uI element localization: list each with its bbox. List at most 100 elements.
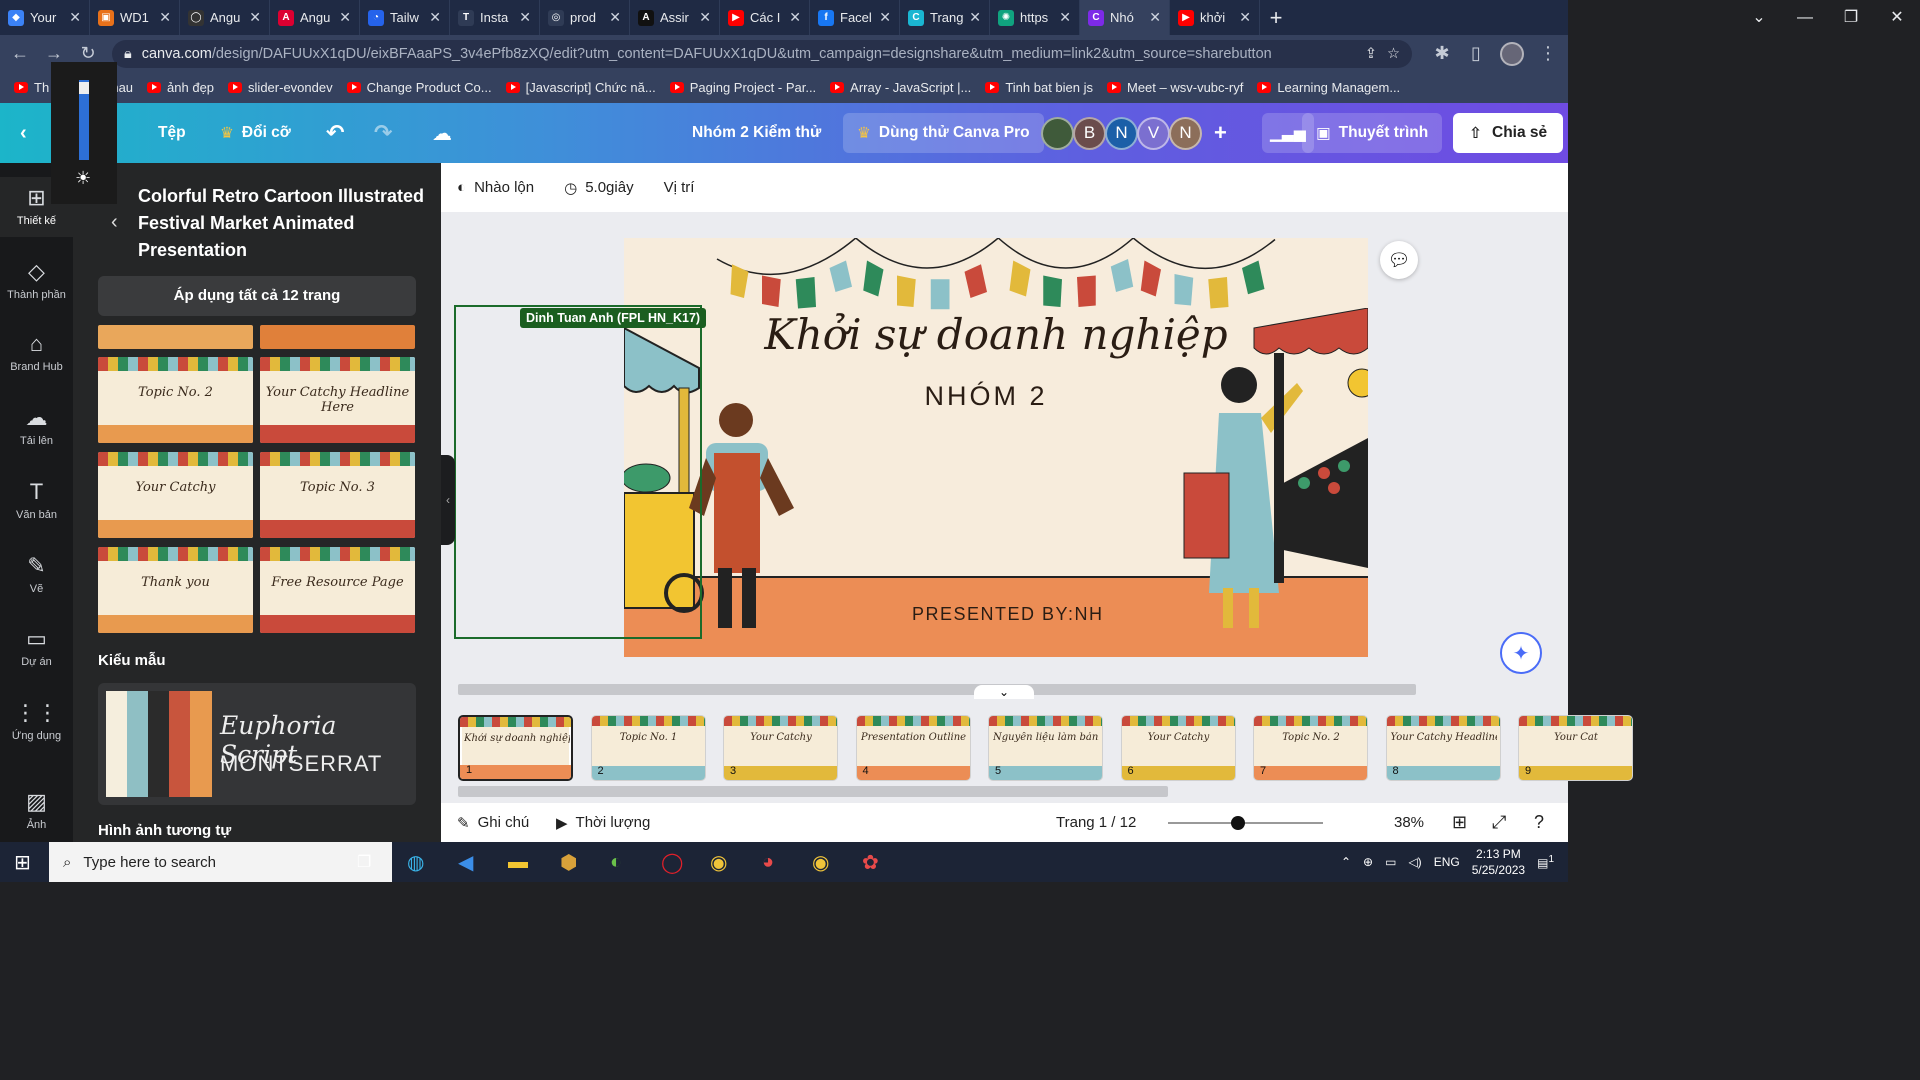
share-page-icon[interactable]: ⇪ [1365,46,1377,62]
browser-tab[interactable]: T Insta ✕ [450,0,540,35]
zoom-level[interactable]: 38% [1394,814,1424,831]
expand-pages-chevron-icon[interactable]: ⌄ [974,685,1034,699]
chrome-profile-icon[interactable]: ◉ [812,850,829,875]
back-home-chevron-icon[interactable]: ‹ [20,103,27,163]
tab-search-icon[interactable]: ⌄ [1736,0,1782,35]
template-thumb[interactable] [98,325,253,349]
browser-tab[interactable]: ▶ Các I ✕ [720,0,810,35]
filmstrip-scrollbar[interactable] [458,786,1168,797]
cloud-saved-icon[interactable]: ☁ [432,103,452,163]
bookmark-item[interactable]: [Javascript] Chức nă... [505,80,656,95]
volume-icon[interactable]: ◁) [1408,855,1421,869]
timing-button[interactable]: ▶︎ Thời lượng [556,814,650,832]
page-thumbnail[interactable]: Nguyên liệu làm bánh mì 5 [988,715,1103,781]
bookmark-item[interactable]: Learning Managem... [1257,80,1400,95]
browser-tab[interactable]: ✺ https ✕ [990,0,1080,35]
page-thumbnail[interactable]: Khởi sự doanh nghiệp 1 [458,715,573,781]
bookmark-item[interactable]: Change Product Co... [346,80,492,95]
app-icon[interactable]: ⬢ [560,850,577,875]
paint-icon[interactable]: ✿ [862,850,879,875]
duration-button[interactable]: ◷ 5.0giây [564,179,633,197]
tab-close-icon[interactable]: ✕ [609,9,621,26]
collaborator-avatar[interactable]: B [1073,116,1106,150]
presented-by-text[interactable]: PRESENTED BY:NH [912,604,1104,625]
shuffle-button[interactable]: ◐ Nhào lộn [457,179,534,196]
resize-button[interactable]: ♛ Đổi cỡ [220,103,291,163]
bookmark-item[interactable]: Th [14,80,49,95]
page-thumbnail[interactable]: Your Catchy 3 [723,715,838,781]
page-thumbnail[interactable]: Your Catchy 6 [1120,715,1236,781]
tab-close-icon[interactable]: ✕ [249,9,261,26]
new-tab-button[interactable]: + [1260,5,1292,31]
language-indicator[interactable]: ENG [1434,855,1460,869]
extensions-icon[interactable]: ✱ [1432,43,1452,64]
rail-item-4[interactable]: T Văn bản [0,471,73,527]
present-button[interactable]: ▣ Thuyết trình [1302,113,1443,153]
opera-icon[interactable]: ◯ [661,850,683,875]
template-thumb[interactable]: Thank you [98,547,253,633]
apply-all-pages-button[interactable]: Áp dụng tất cả 12 trang [98,276,416,316]
browser-tab[interactable]: ◯ Angu ✕ [180,0,270,35]
close-window-button[interactable]: ✕ [1874,0,1920,35]
horizontal-scrollbar[interactable] [458,684,1416,695]
browser-tab[interactable]: ▣ WD1 ✕ [90,0,180,35]
collaborator-avatar[interactable]: N [1105,116,1138,150]
tab-close-icon[interactable]: ✕ [1059,9,1071,26]
messenger-icon[interactable]: ◕ [762,851,774,874]
try-pro-button[interactable]: ♛ Dùng thử Canva Pro [843,113,1044,153]
rail-item-8[interactable]: ▨ Ảnh [0,781,73,837]
rail-item-7[interactable]: ⋮⋮ Ứng dụng [0,692,73,748]
zoom-slider-handle[interactable] [1231,816,1245,830]
slide-subtitle[interactable]: NHÓM 2 [624,381,1348,412]
browser-tab[interactable]: ◆ Your ✕ [0,0,90,35]
slide-canvas[interactable]: Khởi sự doanh nghiệp NHÓM 2 PRESENTED BY… [624,238,1368,657]
edge-icon[interactable]: ◍ [407,850,424,875]
tab-close-icon[interactable]: ✕ [1149,9,1161,26]
avatar-photo[interactable] [1041,116,1074,150]
fullscreen-icon[interactable]: ⤢ [1492,812,1506,833]
help-icon[interactable]: ? [1534,812,1544,833]
restore-button[interactable]: ❐ [1828,0,1874,35]
tab-close-icon[interactable]: ✕ [969,9,981,26]
browser-tab[interactable]: C Nhó ✕ [1080,0,1170,35]
page-thumbnail[interactable]: Your Catchy Headline Here 8 [1385,715,1501,781]
template-thumb[interactable]: Topic No. 3 [260,452,415,538]
file-explorer-icon[interactable]: ▬ [508,851,528,874]
template-thumb[interactable]: Your Catchy [98,452,253,538]
collaborator-avatar[interactable]: V [1137,116,1170,150]
notification-icon[interactable]: ▤1 [1537,854,1554,870]
template-thumb[interactable] [260,325,415,349]
clock[interactable]: 2:13 PM 5/25/2023 [1472,846,1525,878]
rail-item-3[interactable]: ☁ Tải lên [0,397,73,453]
tab-close-icon[interactable]: ✕ [159,9,171,26]
browser-tab[interactable]: f Facel ✕ [810,0,900,35]
browser-tab[interactable]: ▶ khởi ✕ [1170,0,1260,35]
tab-close-icon[interactable]: ✕ [789,9,801,26]
bookmark-item[interactable]: Tinh bat bien js [985,80,1093,95]
browser-tab[interactable]: ◎ prod ✕ [540,0,630,35]
app-icon-2[interactable]: ◐ [610,851,622,874]
rail-item-6[interactable]: ▭ Dự án [0,618,73,674]
style-card[interactable]: Euphoria Script MONTSERRAT [98,683,416,805]
tab-close-icon[interactable]: ✕ [879,9,891,26]
profile-avatar[interactable] [1500,41,1524,66]
bookmark-star-icon[interactable]: ☆ [1387,46,1400,62]
grid-view-icon[interactable]: ⊞ [1452,812,1467,833]
url-field[interactable]: 🔒︎ canva.com/design/DAFUUxX1qDU/eixBFAaa… [112,39,1412,68]
forward-icon[interactable]: → [44,43,64,64]
network-icon[interactable]: ⊕ [1363,855,1373,869]
add-comment-icon[interactable]: 💬︎ [1380,241,1418,279]
collapse-panel-handle[interactable]: ‹ [441,455,455,545]
vscode-icon[interactable]: ◀ [458,850,473,875]
minimize-button[interactable]: — [1782,0,1828,35]
collaborator-avatar[interactable]: N [1169,116,1202,150]
page-thumbnail[interactable]: Topic No. 2 7 [1253,715,1368,781]
add-collaborator-icon[interactable]: + [1214,103,1227,163]
page-thumbnail[interactable]: Your Cat 9 [1518,715,1633,781]
panel-back-icon[interactable]: ‹ [111,211,118,234]
tab-close-icon[interactable]: ✕ [69,9,81,26]
page-thumbnail[interactable]: Presentation Outline 4 [855,715,971,781]
menu-kebab-icon[interactable]: ⋮ [1538,43,1558,64]
battery-icon[interactable]: ▭ [1385,855,1396,869]
task-view-icon[interactable]: ❐ [357,852,371,872]
